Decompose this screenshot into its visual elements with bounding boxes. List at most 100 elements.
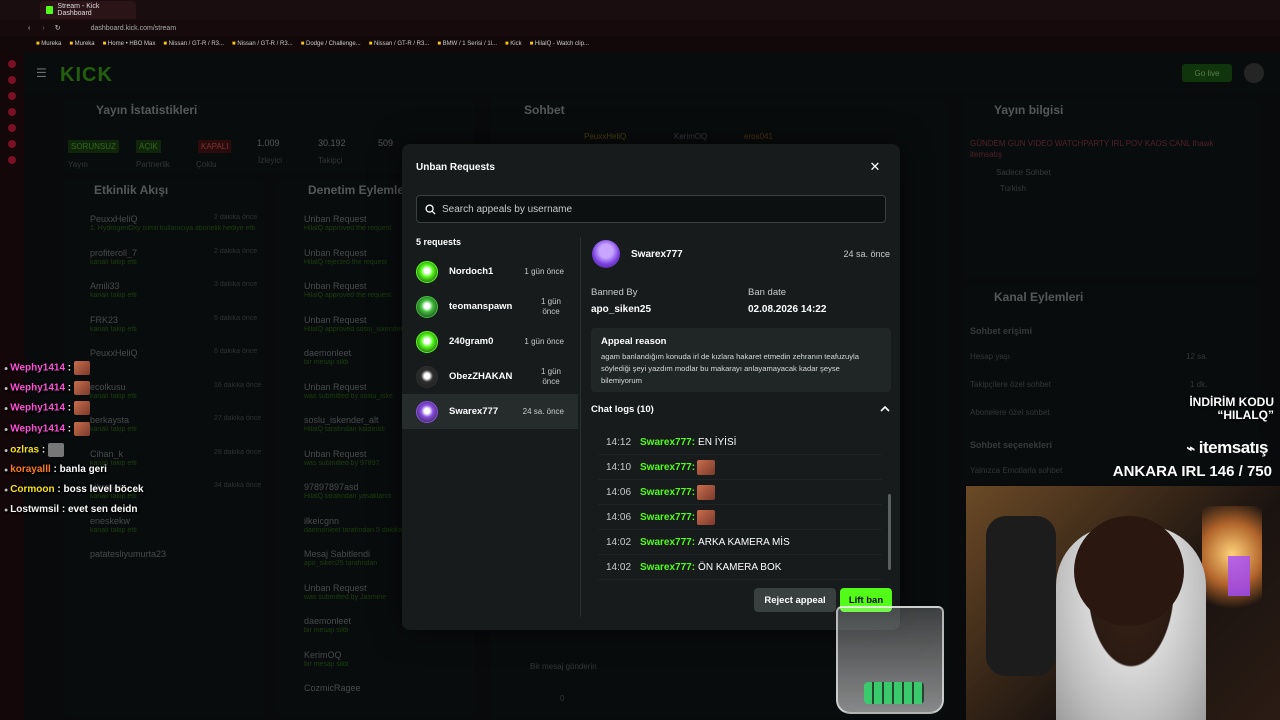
itemsatis-logo-icon: ⌁ xyxy=(1186,440,1195,456)
avatar xyxy=(416,365,438,388)
bookmark-item[interactable]: Dodge / Challenge... xyxy=(301,41,361,47)
reject-appeal-button[interactable]: Reject appeal xyxy=(754,588,836,612)
chat-log-row: 14:06 Swarex777: xyxy=(598,505,882,530)
bookmark-item[interactable]: HilalQ - Watch clip... xyxy=(530,41,589,47)
request-username: 240gram0 xyxy=(449,336,494,347)
unban-requests-modal: Unban Requests ✕ 5 requests Nordoch1 1 gü… xyxy=(402,144,900,630)
overlay-chat-line: ● Wephy1414 : xyxy=(4,381,90,395)
log-time: 14:10 xyxy=(606,461,632,473)
goal-text: ANKARA IRL 146 / 750 xyxy=(1112,463,1272,480)
bookmark-item[interactable]: Mureka xyxy=(69,41,95,47)
browser-tab[interactable]: Stream - Kick Dashboard xyxy=(40,1,136,19)
back-icon[interactable]: ‹ xyxy=(28,25,30,32)
chat-log-row: 14:06 Swarex777: xyxy=(598,480,882,505)
overlay-chat-colon: : xyxy=(39,444,48,456)
chat-log-row: 14:12 Swarex777: EN İYİSİ xyxy=(598,430,882,455)
overlay-chat-colon: : xyxy=(59,504,68,515)
log-username[interactable]: Swarex777: xyxy=(640,462,695,473)
chat-logs-scrollbar[interactable] xyxy=(888,494,891,570)
avatar xyxy=(416,330,438,353)
avatar xyxy=(416,400,438,423)
promo-line-2: “HILALQ” xyxy=(1217,408,1274,422)
bookmark-item[interactable]: Kick xyxy=(505,41,521,47)
selected-time: 24 sa. önce xyxy=(843,249,890,259)
log-message: ARKA KAMERA MİS xyxy=(698,536,790,548)
ban-date-label: Ban date xyxy=(748,287,787,298)
log-username[interactable]: Swarex777: xyxy=(640,437,695,448)
close-icon[interactable]: ✕ xyxy=(868,160,882,174)
overlay-chat-text: evet sen deidn xyxy=(67,504,138,515)
divider xyxy=(580,237,581,617)
chat-log-row: 14:02 Swarex777: ÖN KAMERA BOK xyxy=(598,555,882,580)
request-time: 1 gün önce xyxy=(540,296,562,316)
overlay-chat-line: ● ozlras : xyxy=(4,443,64,457)
search-box[interactable] xyxy=(416,195,886,223)
kick-favicon-icon xyxy=(46,6,54,14)
overlay-chat-colon: : xyxy=(54,484,64,495)
green-cubes xyxy=(864,682,924,704)
ban-date-value: 02.08.2026 14:22 xyxy=(748,304,827,315)
request-username: Nordoch1 xyxy=(449,266,494,277)
itemsatis-brand: ⌁ itemsatış xyxy=(1186,438,1269,458)
emote-icon xyxy=(73,361,90,375)
search-input[interactable] xyxy=(442,203,882,215)
streamer-head xyxy=(1074,516,1184,626)
brand-text: itemsatış xyxy=(1198,438,1269,457)
overlay-chat-user: korayalll xyxy=(10,464,51,475)
emote-icon xyxy=(73,381,90,395)
emote-icon xyxy=(697,459,716,475)
request-time: 1 gün önce xyxy=(524,336,564,346)
overlay-chat-user: Wephy1414 xyxy=(10,382,66,394)
log-time: 14:12 xyxy=(606,436,632,448)
overlay-chat-colon: : xyxy=(65,382,74,394)
emote-icon xyxy=(47,443,64,457)
overlay-chat-line: ● Cormoon : boss level böcek xyxy=(4,484,144,495)
appeal-reason-text: agam banlandığım konuda irl de kızlara h… xyxy=(601,352,859,385)
request-time: 1 gün önce xyxy=(540,366,562,386)
overlay-chat-user: Lostwmsil xyxy=(10,504,60,515)
request-item[interactable]: Swarex777 24 sa. önce xyxy=(402,394,578,429)
appeal-reason-box: Appeal reason agam banlandığım konuda ir… xyxy=(591,328,891,392)
log-username[interactable]: Swarex777: xyxy=(640,537,695,548)
bookmark-item[interactable]: BMW / 1 Serisi / 1l... xyxy=(437,41,497,47)
log-username[interactable]: Swarex777: xyxy=(640,487,695,498)
tab-title: Stream - Kick Dashboard xyxy=(57,3,100,17)
bookmark-item[interactable]: Nissan / GT-R / R3... xyxy=(163,41,224,47)
log-time: 14:06 xyxy=(606,511,632,523)
log-time: 14:06 xyxy=(606,486,632,498)
avatar xyxy=(416,295,438,318)
request-item[interactable]: teomanspawn 1 gün önce xyxy=(402,289,578,324)
request-item[interactable]: ObezZHAKAN 1 gün önce xyxy=(402,359,578,394)
request-username: teomanspawn xyxy=(449,301,513,312)
chevron-up-icon[interactable] xyxy=(880,404,890,414)
request-time: 24 sa. önce xyxy=(522,406,564,416)
overlay-chat-colon: : xyxy=(50,464,60,475)
reload-icon[interactable]: ↻ xyxy=(55,24,61,32)
chat-log-row: 14:02 Swarex777: ARKA KAMERA MİS xyxy=(598,530,882,555)
url-text[interactable]: dashboard.kick.com/stream xyxy=(91,25,177,32)
forward-icon[interactable]: › xyxy=(42,25,44,32)
chair xyxy=(986,516,1056,676)
log-time: 14:02 xyxy=(606,561,632,573)
avatar xyxy=(416,260,438,283)
request-item[interactable]: 240gram0 1 gün önce xyxy=(402,324,578,359)
banned-by-label: Banned By xyxy=(591,287,638,298)
log-username[interactable]: Swarex777: xyxy=(640,512,695,523)
address-bar[interactable]: ‹ › ↻ dashboard.kick.com/stream xyxy=(0,20,1280,36)
overlay-chat-text: boss level böcek xyxy=(63,484,144,495)
selected-avatar xyxy=(592,240,620,268)
overlay-chat-colon: : xyxy=(65,362,74,374)
emote-icon xyxy=(697,484,716,500)
request-username: ObezZHAKAN xyxy=(449,371,513,382)
chat-log-row: 14:10 Swarex777: xyxy=(598,455,882,480)
bookmark-item[interactable]: Mureka xyxy=(36,41,61,47)
request-item[interactable]: Nordoch1 1 gün önce xyxy=(402,254,578,289)
overlay-chat-colon: : xyxy=(65,402,74,414)
bookmark-item[interactable]: Home • HBO Max xyxy=(103,41,155,47)
bookmark-item[interactable]: Nissan / GT-R / R3... xyxy=(369,41,429,47)
bookmark-item[interactable]: Nissan / GT-R / R3... xyxy=(232,41,292,47)
log-message: ÖN KAMERA BOK xyxy=(698,561,782,573)
log-message: EN İYİSİ xyxy=(698,436,737,448)
log-username[interactable]: Swarex777: xyxy=(640,562,695,573)
chat-logs-list: 14:12 Swarex777: EN İYİSİ 14:10 Swarex777: 14… xyxy=(598,430,882,580)
